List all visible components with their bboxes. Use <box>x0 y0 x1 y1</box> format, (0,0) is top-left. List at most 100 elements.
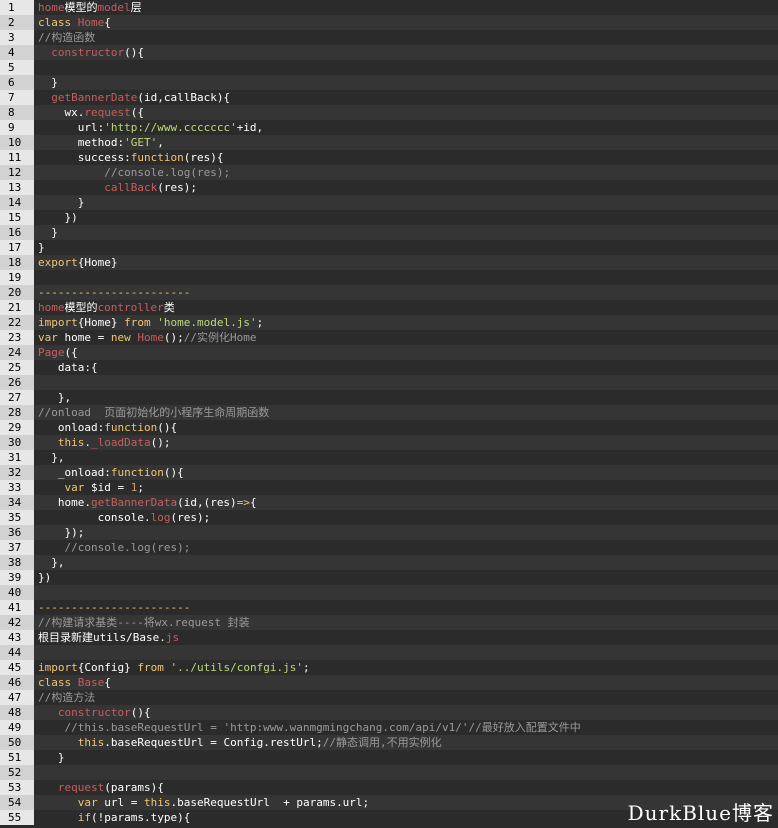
code-token: } <box>38 751 65 764</box>
code-line[interactable]: 22 import{Home} from 'home.model.js'; <box>0 315 778 330</box>
code-token: }) <box>38 211 78 224</box>
code-text: console.log(res); <box>34 510 211 525</box>
line-number: 42 <box>0 615 34 630</box>
code-line[interactable]: 39}) <box>0 570 778 585</box>
code-line[interactable]: 9 url:'http://www.ccccccc'+id, <box>0 120 778 135</box>
code-text: home.getBannerData(id,(res)=>{ <box>34 495 257 510</box>
code-line[interactable]: 35 console.log(res); <box>0 510 778 525</box>
code-line[interactable]: 6 } <box>0 75 778 90</box>
code-line[interactable]: 11 success:function(res){ <box>0 150 778 165</box>
code-line[interactable]: 45 import{Config} from '../utils/confgi.j… <box>0 660 778 675</box>
code-line[interactable]: 52 <box>0 765 778 780</box>
code-text: var $id = 1; <box>34 480 145 495</box>
line-number: 35 <box>0 510 34 525</box>
code-line[interactable]: 28 //onload 页面初始化的小程序生命周期函数 <box>0 405 778 420</box>
code-token: getBannerDate <box>51 91 138 104</box>
code-line[interactable]: 27 }, <box>0 390 778 405</box>
code-line[interactable]: 47 //构造方法 <box>0 690 778 705</box>
code-line[interactable]: 19 <box>0 270 778 285</box>
code-line[interactable]: 13 callBack(res); <box>0 180 778 195</box>
code-line[interactable]: 7 getBannerDate(id,callBack){ <box>0 90 778 105</box>
code-token: //静态调用,不用实例化 <box>322 736 442 749</box>
code-line[interactable]: 33 var $id = 1; <box>0 480 778 495</box>
code-line[interactable]: 38 }, <box>0 555 778 570</box>
code-line[interactable]: 48 constructor(){ <box>0 705 778 720</box>
code-line[interactable]: 20 ----------------------- <box>0 285 778 300</box>
code-line[interactable]: 46 class Base{ <box>0 675 778 690</box>
code-line[interactable]: 1 home模型的model层 <box>0 0 778 15</box>
code-line[interactable]: 24 Page({ <box>0 345 778 360</box>
code-line[interactable]: 3 //构造函数 <box>0 30 778 45</box>
code-token: +id, <box>236 121 264 134</box>
code-line[interactable]: 53 request(params){ <box>0 780 778 795</box>
code-text: } <box>34 240 45 255</box>
code-token: //onload 页面初始化的小程序生命周期函数 <box>38 406 270 419</box>
code-line[interactable]: 36 }); <box>0 525 778 540</box>
code-line[interactable]: 21 home模型的controller类 <box>0 300 778 315</box>
code-line[interactable]: 18 export{Home} <box>0 255 778 270</box>
code-text: //console.log(res); <box>34 165 230 180</box>
code-token: {Home} <box>77 256 118 269</box>
code-line[interactable]: 51 } <box>0 750 778 765</box>
code-line[interactable]: 30 this._loadData(); <box>0 435 778 450</box>
code-line[interactable]: 34 home.getBannerData(id,(res)=>{ <box>0 495 778 510</box>
code-text: } <box>34 750 65 765</box>
code-token: (); <box>163 331 184 344</box>
code-line[interactable]: 8 wx.request({ <box>0 105 778 120</box>
code-line[interactable]: 2 class Home{ <box>0 15 778 30</box>
code-line[interactable]: 16 } <box>0 225 778 240</box>
code-line[interactable]: 42 //构建请求基类----将wx.request 封装 <box>0 615 778 630</box>
code-token: { <box>104 676 111 689</box>
code-line[interactable]: 5 <box>0 60 778 75</box>
code-text: Page({ <box>34 345 78 360</box>
code-text: class Base{ <box>34 675 111 690</box>
code-token: from <box>137 661 171 674</box>
code-line[interactable]: 41 ----------------------- <box>0 600 778 615</box>
code-editor[interactable]: 1 home模型的model层 2 class Home{3//构造函数 4 const… <box>0 0 778 828</box>
code-token: wx. <box>38 106 85 119</box>
code-line[interactable]: 4 constructor(){ <box>0 45 778 60</box>
code-line[interactable]: 29 onload:function(){ <box>0 420 778 435</box>
line-number: 8 <box>0 105 34 120</box>
code-line[interactable]: 43 根目录新建utils/Base.js <box>0 630 778 645</box>
code-token: }) <box>38 571 52 584</box>
code-line[interactable]: 12 //console.log(res); <box>0 165 778 180</box>
code-line[interactable]: 31 }, <box>0 450 778 465</box>
code-token: log <box>150 511 171 524</box>
code-line[interactable]: 32 _onload:function(){ <box>0 465 778 480</box>
code-line[interactable]: 25 data:{ <box>0 360 778 375</box>
line-number: 13 <box>0 180 34 195</box>
code-line[interactable]: 17} <box>0 240 778 255</box>
code-token: if <box>77 811 91 824</box>
code-line[interactable]: 37 //console.log(res); <box>0 540 778 555</box>
line-number: 37 <box>0 540 34 555</box>
code-token: js <box>165 631 180 644</box>
code-line[interactable]: 14 } <box>0 195 778 210</box>
code-token: url: <box>38 121 105 134</box>
code-text: data:{ <box>34 360 98 375</box>
line-number: 6 <box>0 75 34 90</box>
code-text: }) <box>34 570 51 585</box>
line-number: 51 <box>0 750 34 765</box>
line-number: 12 <box>0 165 34 180</box>
code-line[interactable]: 44 <box>0 645 778 660</box>
code-line[interactable]: 49 //this.baseRequestUrl = 'http:www.wan… <box>0 720 778 735</box>
line-number: 40 <box>0 585 34 600</box>
code-line[interactable]: 50 this.baseRequestUrl = Config.restUrl;… <box>0 735 778 750</box>
code-token: //this.baseRequestUrl = 'http:www.wanmgm… <box>64 721 581 734</box>
code-token: ----------------------- <box>38 286 191 299</box>
code-token: } <box>38 76 58 89</box>
code-line[interactable]: 23 var home = new Home();//实例化Home <box>0 330 778 345</box>
code-line[interactable]: 26 <box>0 375 778 390</box>
code-line[interactable]: 40 <box>0 585 778 600</box>
line-number: 54 <box>0 795 34 810</box>
code-line[interactable]: 15 }) <box>0 210 778 225</box>
code-line[interactable]: 10 method:'GET', <box>0 135 778 150</box>
code-token: (id,callBack){ <box>137 91 231 104</box>
line-number: 24 <box>0 345 34 360</box>
